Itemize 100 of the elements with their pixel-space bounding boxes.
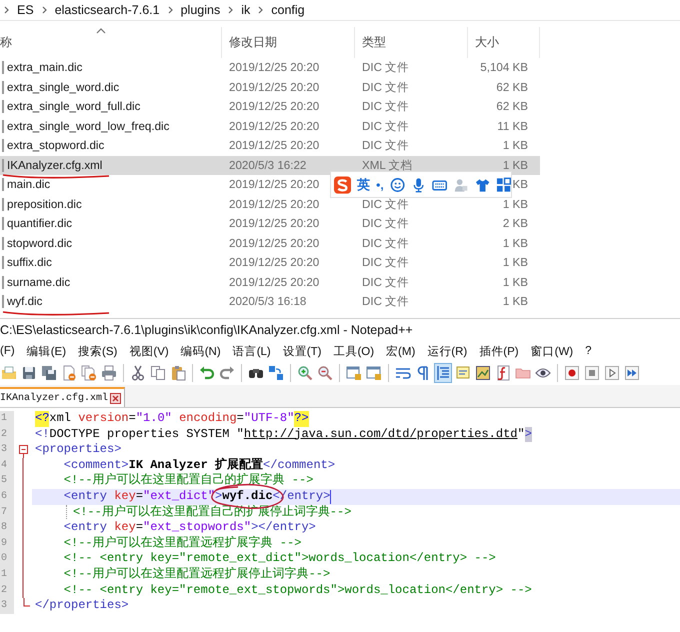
- menu-item[interactable]: 搜索(S): [78, 344, 118, 358]
- file-row[interactable]: stopword.dic 2019/12/25 20:20 DIC 文件 1 KB: [0, 234, 540, 253]
- pages-minus-icon: [81, 365, 97, 381]
- logo-icon[interactable]: [334, 176, 352, 194]
- attribute-value: "ext_stopwords": [143, 520, 252, 536]
- breadcrumb-item[interactable]: config: [269, 3, 307, 17]
- play-icon: [604, 365, 620, 381]
- url-link[interactable]: http://java.sun.com/dtd/properties.dtd: [244, 426, 518, 442]
- column-header[interactable]: 大小: [468, 27, 540, 58]
- window-lock-icon: [366, 365, 382, 381]
- menu-item[interactable]: 语言(L): [232, 344, 271, 358]
- replace-icon: [268, 365, 284, 381]
- menu-item[interactable]: 视图(V): [129, 344, 169, 358]
- modified-date: 2019/12/25 20:20: [229, 80, 320, 94]
- column-header[interactable]: 称: [0, 27, 222, 58]
- chevron-icon: [42, 6, 47, 14]
- file-type: DIC 文件: [362, 80, 410, 95]
- attribute-value: "1.0": [136, 411, 173, 427]
- file-name: stopword.dic: [7, 236, 72, 250]
- note-icon: [455, 365, 471, 381]
- menu-item[interactable]: 设置(T): [282, 344, 322, 358]
- attribute-name: encoding: [179, 411, 237, 427]
- toolbar-button[interactable]: [603, 363, 621, 383]
- xml-tag: </properties>: [35, 598, 129, 614]
- tab-label: IKAnalyzer.cfg.xml: [0, 392, 108, 404]
- stop-icon: [584, 365, 600, 381]
- file-row[interactable]: suffix.dic 2019/12/25 20:20 DIC 文件 1 KB: [0, 253, 540, 272]
- line-number: 3: [0, 444, 8, 456]
- scissors-icon: [130, 365, 146, 381]
- menu-item[interactable]: (F): [0, 345, 15, 357]
- column-header[interactable]: 修改日期: [222, 27, 355, 58]
- breadcrumb-item[interactable]: ES: [15, 3, 36, 17]
- file-tab[interactable]: IKAnalyzer.cfg.xml: [0, 387, 126, 407]
- file-name: extra_single_word.dic: [7, 80, 120, 94]
- file-row[interactable]: extra_single_word_low_freq.dic 2019/12/25 20:20 DIC 文件 11 KB: [0, 116, 540, 136]
- column-header[interactable]: 类型: [355, 27, 468, 58]
- menu-item[interactable]: 插件(P): [479, 344, 519, 358]
- language-mode-toggle[interactable]: 英: [357, 176, 370, 194]
- modified-date: 2019/12/25 20:20: [229, 276, 320, 289]
- file-name: preposition.dic: [7, 198, 82, 211]
- line-number: 7: [0, 506, 8, 518]
- file-row[interactable]: quantifier.dic 2019/12/25 20:20 DIC 文件 2 KB: [0, 214, 540, 234]
- modified-date: 2019/12/25 20:20: [229, 100, 320, 114]
- file-type: DIC 文件: [362, 196, 410, 212]
- menu-item[interactable]: 宏(M): [386, 344, 416, 358]
- file-size: 1 KB: [502, 276, 528, 289]
- file-size: 62 KB: [496, 100, 528, 114]
- file-name: extra_single_word_low_freq.dic: [7, 120, 170, 133]
- toolbar-button[interactable]: [474, 363, 492, 383]
- grid-icon[interactable]: [496, 176, 511, 192]
- file-size: 1 KB: [502, 198, 528, 211]
- modified-date: 2019/12/25 20:20: [229, 256, 320, 270]
- menu-item[interactable]: 窗口(W): [530, 344, 574, 358]
- breadcrumb-item[interactable]: ik: [239, 3, 252, 17]
- menu-item[interactable]: 运行(R): [427, 344, 468, 358]
- breadcrumb-item[interactable]: elasticsearch-7.6.1: [52, 3, 162, 17]
- file-name: suffix.dic: [7, 256, 52, 270]
- element-text[interactable]: wyf.dic: [222, 488, 273, 505]
- file-size: 1 KB: [502, 158, 528, 172]
- code-text: =: [136, 488, 144, 505]
- toolbar-button[interactable]: [40, 363, 58, 383]
- punctuation-toggle[interactable]: •,: [376, 178, 384, 192]
- column-label: 称: [0, 34, 12, 51]
- file-row[interactable]: extra_single_word.dic 2019/12/25 20:20 DIC 文件 62 KB: [0, 78, 540, 97]
- code-text: DOCTYPE properties SYSTEM ": [49, 426, 244, 442]
- file-row[interactable]: extra_main.dic 2019/12/25 20:20 DIC 文件 5,104 KB: [0, 58, 540, 78]
- toolbar-button[interactable]: [129, 363, 147, 383]
- close-icon[interactable]: [110, 392, 122, 404]
- file-size: 1 KB: [502, 236, 528, 250]
- column-label: 类型: [362, 34, 386, 51]
- microphone-icon[interactable]: [410, 176, 426, 192]
- menu-item[interactable]: 工具(O): [333, 344, 374, 358]
- line-number: 0: [0, 553, 8, 564]
- menu-item[interactable]: 编码(N): [180, 344, 221, 358]
- file-row[interactable]: extra_stopword.dic 2019/12/25 20:20 DIC 文件 1 KB: [0, 136, 540, 156]
- chevron-icon: [4, 6, 9, 14]
- xml-tag: >: [215, 488, 222, 505]
- file-row[interactable]: wyf.dic 2020/5/3 16:18 DIC 文件 1 KB: [0, 292, 540, 312]
- file-size: 2 KB: [502, 217, 528, 230]
- menu-item[interactable]: ?: [585, 345, 592, 357]
- file-name: main.dic: [7, 178, 50, 192]
- fold-toggle-icon[interactable]: [18, 442, 28, 458]
- breadcrumb-item[interactable]: plugins: [178, 3, 222, 17]
- function-icon: [495, 365, 511, 381]
- smiley-icon[interactable]: [390, 176, 405, 192]
- file-row[interactable]: extra_single_word_full.dic 2019/12/25 20:20 DIC 文件 62 KB: [0, 97, 540, 116]
- file-row[interactable]: preposition.dic 2019/12/25 20:20 DIC 文件 1 KB: [0, 194, 540, 214]
- clipboard-icon: [170, 365, 186, 381]
- modified-date: 2019/12/25 20:20: [229, 217, 320, 230]
- shirt-icon[interactable]: [474, 176, 490, 192]
- column-label: 大小: [475, 34, 499, 51]
- file-row[interactable]: surname.dic 2019/12/25 20:20 DIC 文件 1 KB: [0, 272, 540, 292]
- chevron-icon: [228, 6, 234, 14]
- modified-date: 2019/12/25 20:20: [229, 139, 320, 152]
- menu-item[interactable]: 编辑(E): [26, 344, 66, 358]
- line-number: 3: [0, 600, 8, 612]
- toolbar-button[interactable]: [563, 363, 581, 383]
- attribute-name: key: [114, 520, 136, 536]
- file-name: IKAnalyzer.cfg.xml: [7, 158, 102, 172]
- file-size: 5,104 KB: [480, 61, 528, 74]
